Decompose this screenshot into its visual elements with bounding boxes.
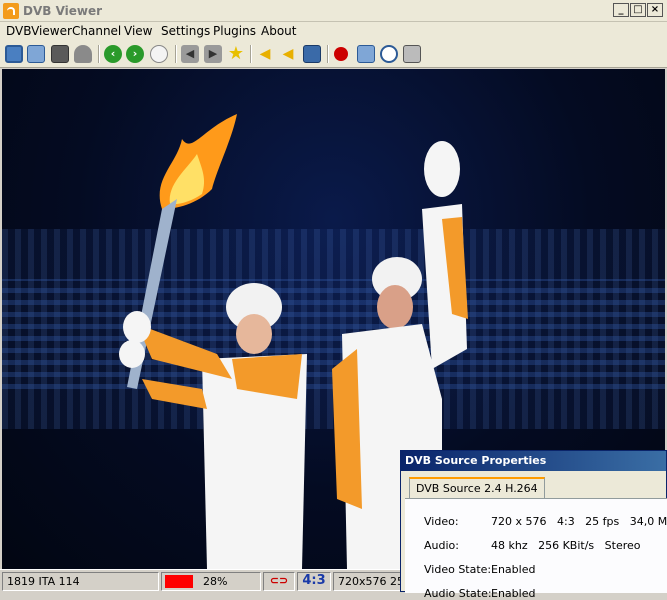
timer-icon[interactable] <box>357 45 375 63</box>
screen-icon[interactable] <box>51 45 69 63</box>
back-icon[interactable]: ‹ <box>104 45 122 63</box>
video-label: Video: <box>424 515 459 528</box>
tab-dvb-source[interactable]: DVB Source 2.4 H.264 <box>409 477 545 499</box>
audio-info-row: Audio: 48 khz 256 KBit/s Stereo <box>424 539 641 552</box>
video-value: 720 x 576 4:3 25 fps 34,0 MBit/s <box>491 515 667 528</box>
toolbar-separator <box>327 45 329 63</box>
snapshot-icon[interactable] <box>403 45 421 63</box>
forward-icon[interactable]: › <box>126 45 144 63</box>
record-status-icon: ⊂⊃ <box>263 572 295 591</box>
audio-state-label: Audio State: <box>424 587 492 600</box>
toolbar-separator <box>250 45 252 63</box>
menu-dvbviewer[interactable]: DVBViewer <box>6 24 72 38</box>
audio-label: Audio: <box>424 539 459 552</box>
close-button[interactable]: × <box>647 3 663 17</box>
window-title: DVB Viewer <box>23 4 103 18</box>
toolbar-separator <box>98 45 100 63</box>
next-icon[interactable]: ▶ <box>204 45 222 63</box>
dvb-source-properties-dialog: DVB Source Properties DVB Source 2.4 H.2… <box>400 450 667 600</box>
audio-state-row: Audio State: Enabled <box>424 587 535 600</box>
favorite-icon[interactable]: ★ <box>227 45 245 63</box>
audio-value: 48 khz 256 KBit/s Stereo <box>491 539 641 552</box>
video-state-value: Enabled <box>491 563 536 576</box>
maximize-button[interactable]: □ <box>630 3 646 17</box>
volume-up-icon[interactable]: ◀ <box>279 45 297 63</box>
sport-icon[interactable] <box>150 45 168 63</box>
menu-view[interactable]: View <box>124 24 152 38</box>
resolution-status: 720x576 25 f <box>333 572 403 591</box>
prev-icon[interactable]: ◀ <box>181 45 199 63</box>
dialog-body: Video: 720 x 576 4:3 25 fps 34,0 MBit/s … <box>405 498 667 600</box>
video-info-row: Video: 720 x 576 4:3 25 fps 34,0 MBit/s <box>424 515 667 528</box>
signal-panel: 28% <box>161 572 261 591</box>
record-icon[interactable] <box>334 47 348 61</box>
menu-settings[interactable]: Settings <box>161 24 210 38</box>
audio-state-value: Enabled <box>491 587 536 600</box>
toolbar-separator <box>175 45 177 63</box>
clock-icon[interactable] <box>380 45 398 63</box>
menu-plugins[interactable]: Plugins <box>213 24 256 38</box>
volume-down-icon[interactable]: ◀ <box>256 45 274 63</box>
window-icon[interactable] <box>5 45 23 63</box>
signal-strength-bar <box>165 575 193 588</box>
weather-icon[interactable] <box>74 45 92 63</box>
aspect-ratio[interactable]: 4:3 <box>297 572 331 591</box>
app-rss-icon <box>3 3 19 19</box>
channel-status: 1819 ITA 114 <box>2 572 159 591</box>
video-state-row: Video State: Enabled <box>424 563 535 576</box>
dialog-title: DVB Source Properties <box>401 451 666 471</box>
menu-bar: DVBViewer Channel View Settings Plugins … <box>0 22 667 41</box>
title-bar: DVB Viewer _ □ × <box>0 0 667 22</box>
menu-about[interactable]: About <box>261 24 296 38</box>
epg-icon[interactable] <box>303 45 321 63</box>
video-state-label: Video State: <box>424 563 492 576</box>
minimize-button[interactable]: _ <box>613 3 629 17</box>
menu-channel[interactable]: Channel <box>72 24 121 38</box>
signal-percent: 28% <box>203 575 228 588</box>
copy-icon[interactable] <box>27 45 45 63</box>
toolbar: ‹ › ◀ ▶ ★ ◀ ◀ <box>0 41 667 68</box>
